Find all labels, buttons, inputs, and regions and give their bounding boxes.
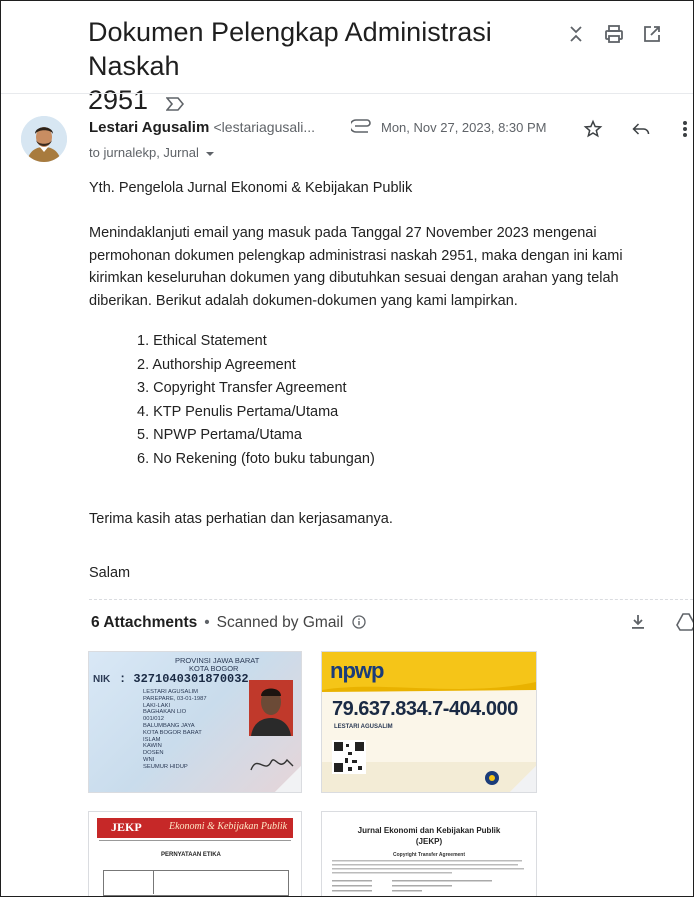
sender-name[interactable]: Lestari Agusalim xyxy=(89,119,209,136)
text-lines xyxy=(332,860,524,892)
kemenkeu-emblem-icon xyxy=(485,771,499,785)
greeting: Yth. Pengelola Jurnal Ekonomi & Kebijaka… xyxy=(89,180,413,196)
email-view: Dokumen Pelengkap Administrasi Naskah 29… xyxy=(0,0,694,897)
ktp-photo xyxy=(249,680,293,736)
scanned-label: Scanned by Gmail xyxy=(216,614,344,631)
doc-heading: Copyright Transfer Agreement xyxy=(392,852,466,858)
jekp-badge: JEKP xyxy=(111,820,142,834)
paragraph-line: diberikan. Berikut adalah dokumen-dokume… xyxy=(89,292,518,309)
doc-heading: PERNYATAAN ETIKA xyxy=(161,852,221,858)
list-item: 6. No Rekening (foto buku tabungan) xyxy=(137,450,375,467)
message-date: Mon, Nov 27, 2023, 8:30 PM xyxy=(381,120,547,135)
form-table xyxy=(103,870,289,896)
add-to-drive-icon[interactable] xyxy=(676,613,693,636)
attachments-count: 6 Attachments xyxy=(91,614,198,631)
paragraph-line: Menindaklanjuti email yang masuk pada Ta… xyxy=(89,225,597,241)
closing-text: Terima kasih atas perhatian dan kerjasam… xyxy=(89,511,393,527)
recipients-line[interactable]: to jurnalekp, Jurnal xyxy=(89,145,215,160)
table-rule xyxy=(153,870,154,894)
sender-avatar[interactable] xyxy=(21,116,67,162)
sender-line: Lestari Agusalim <lestariagusali... xyxy=(89,119,315,136)
header-divider xyxy=(1,93,693,94)
signoff-text: Salam xyxy=(89,565,131,581)
subject-line-1: Dokumen Pelengkap Administrasi Naskah xyxy=(88,17,492,81)
sender-email: <lestariagusali... xyxy=(213,119,316,135)
ktp-field: ISLAM xyxy=(143,736,161,743)
attachments-header: 6 Attachments • Scanned by Gmail xyxy=(91,614,366,632)
ktp-nik: : 3271040301870032 xyxy=(119,672,249,686)
important-label-icon[interactable] xyxy=(164,85,184,119)
page-corner-fold xyxy=(510,766,536,792)
npwp-number: 79.637.834.7-404.000 xyxy=(332,698,518,720)
list-item: 5. NPWP Pertama/Utama xyxy=(137,427,302,443)
paragraph-line: kirimkan keseluruhan dokumen yang dibutu… xyxy=(89,270,619,286)
doc-journal-title: Jurnal Ekonomi dan Kebijakan Publik xyxy=(357,826,501,835)
ktp-nik-label: NIK xyxy=(93,674,111,685)
attachment-ethical-statement[interactable]: JEKP Ekonomi & Kebijakan Publik PERNYATA… xyxy=(88,811,302,896)
print-icon[interactable] xyxy=(603,23,625,45)
paragraph-line: permohonan dokumen pelengkap administras… xyxy=(89,247,623,264)
ktp-fields: LESTARI AGUSALIM PAREPARE, 03-01-1987 LA… xyxy=(93,689,243,771)
attachment-clip-icon xyxy=(349,119,373,138)
rule xyxy=(99,840,291,841)
message-paragraph: Menindaklanjuti email yang masuk pada Ta… xyxy=(89,222,679,312)
npwp-logo: npwp xyxy=(330,658,384,683)
document-list: 1. Ethical Statement 2. Authorship Agree… xyxy=(137,330,375,471)
doc-journal-abbr: (JEKP) xyxy=(415,837,443,846)
collapse-icon[interactable] xyxy=(565,23,587,45)
list-item: 1. Ethical Statement xyxy=(137,333,267,349)
list-item: 4. KTP Penulis Pertama/Utama xyxy=(137,403,339,420)
email-subject: Dokumen Pelengkap Administrasi Naskah 29… xyxy=(88,15,558,119)
qr-code-graphic xyxy=(332,740,366,774)
npwp-name: LESTARI AGUSALIM xyxy=(334,724,393,730)
attachments-divider xyxy=(89,599,693,600)
reply-icon[interactable] xyxy=(631,119,653,141)
recipients-dropdown-icon[interactable] xyxy=(205,150,215,158)
journal-title: Ekonomi & Kebijakan Publik xyxy=(169,821,288,832)
open-in-new-window-icon[interactable] xyxy=(641,23,663,45)
list-item: 3. Copyright Transfer Agreement xyxy=(137,380,347,396)
thread-actions xyxy=(565,23,663,45)
info-icon[interactable] xyxy=(351,615,366,629)
list-item: 2. Authorship Agreement xyxy=(137,356,296,373)
page-corner-fold xyxy=(275,766,301,792)
more-options-icon[interactable] xyxy=(681,119,693,141)
attachment-ktp[interactable]: PROVINSI JAWA BARAT KOTA BOGOR NIK : 327… xyxy=(88,651,302,793)
subject-line-2: 2951 xyxy=(88,85,149,115)
attachment-copyright-agreement[interactable]: Jurnal Ekonomi dan Kebijakan Publik (JEK… xyxy=(321,811,537,896)
download-all-icon[interactable] xyxy=(629,613,647,636)
recipients-text: to jurnalekp, Jurnal xyxy=(89,145,199,160)
star-icon[interactable] xyxy=(583,119,605,141)
attachment-npwp[interactable]: npwp 79.637.834.7-404.000 LESTARI AGUSAL… xyxy=(321,651,537,793)
